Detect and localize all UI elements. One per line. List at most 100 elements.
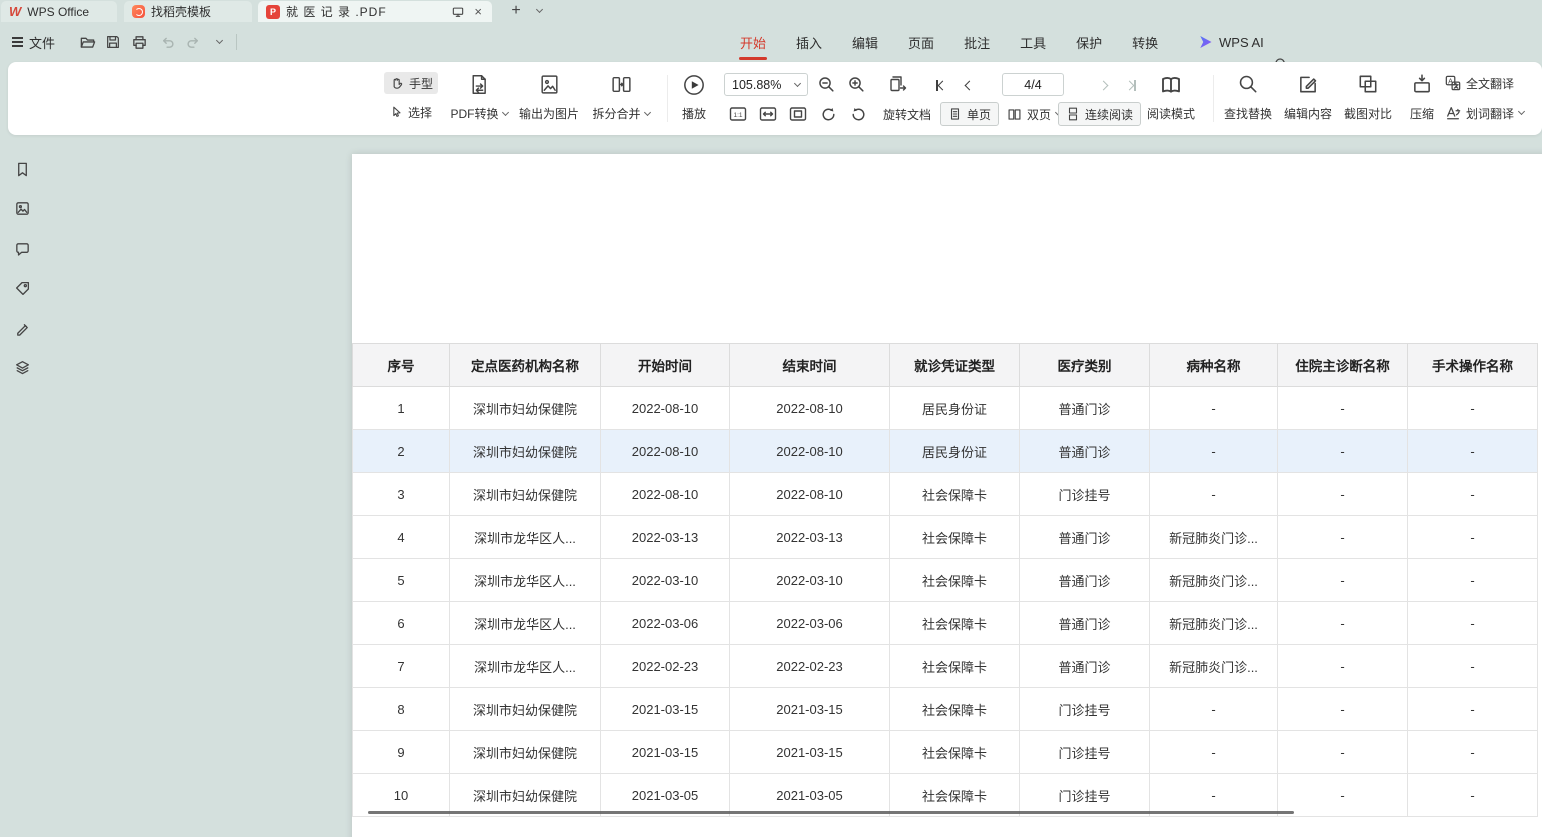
edit-content-icon bbox=[1297, 73, 1319, 95]
full-translate-button[interactable]: A 全文翻译 bbox=[1440, 72, 1519, 94]
next-page-button[interactable] bbox=[1092, 73, 1114, 97]
menu-tab-page[interactable]: 页面 bbox=[908, 22, 934, 62]
attachments-panel-button[interactable] bbox=[8, 274, 36, 302]
actual-size-button[interactable]: 1:1 bbox=[726, 102, 750, 126]
word-translate-label: 划词翻译 bbox=[1466, 105, 1514, 122]
screenshot-compare-button[interactable]: 截图对比 bbox=[1336, 69, 1400, 129]
actual-size-icon: 1:1 bbox=[728, 104, 748, 124]
tab-document-pdf[interactable]: P 就 医 记 录 .PDF × bbox=[258, 1, 492, 22]
bookmarks-panel-button[interactable] bbox=[8, 155, 36, 183]
menu-tab-home[interactable]: 开始 bbox=[740, 22, 766, 62]
find-replace-button[interactable]: 查找替换 bbox=[1216, 69, 1280, 129]
undo-redo-chevron-icon[interactable] bbox=[208, 31, 230, 53]
zoom-out-button[interactable] bbox=[814, 72, 838, 96]
double-page-icon bbox=[1007, 107, 1022, 122]
export-image-button[interactable]: 输出为图片 bbox=[509, 69, 589, 129]
file-menu-label: 文件 bbox=[29, 33, 55, 52]
table-cell: - bbox=[1150, 473, 1278, 516]
menu-tabs: 开始 插入 编辑 页面 批注 工具 保护 转换 bbox=[740, 22, 1158, 62]
rotate-ccw-icon bbox=[819, 105, 838, 124]
menu-tab-comment[interactable]: 批注 bbox=[964, 22, 990, 62]
continuous-read-button[interactable]: 连续阅读 bbox=[1058, 102, 1141, 126]
table-cell: 5 bbox=[353, 559, 450, 602]
edit-content-button[interactable]: 编辑内容 bbox=[1276, 69, 1340, 129]
tab-docer-templates[interactable]: 找稻壳模板 bbox=[124, 1, 252, 22]
compress-button[interactable]: 压缩 bbox=[1398, 69, 1446, 129]
table-cell: - bbox=[1278, 559, 1408, 602]
table-row: 8深圳市妇幼保健院2021-03-152021-03-15社会保障卡门诊挂号--… bbox=[353, 688, 1538, 731]
table-cell: - bbox=[1278, 645, 1408, 688]
column-header: 住院主诊断名称 bbox=[1278, 344, 1408, 387]
menu-tab-protect[interactable]: 保护 bbox=[1076, 22, 1102, 62]
table-cell: 深圳市龙华区人... bbox=[450, 516, 601, 559]
word-translate-button[interactable]: 划词翻译 bbox=[1440, 102, 1529, 124]
page-number-input[interactable]: 4/4 bbox=[1002, 73, 1064, 96]
table-cell: - bbox=[1278, 774, 1408, 817]
hand-tool-button[interactable]: 手型 bbox=[384, 72, 438, 94]
fit-width-button[interactable] bbox=[756, 102, 780, 126]
thumbnails-panel-button[interactable] bbox=[8, 194, 36, 222]
rotate-document-button[interactable]: 旋转文档 bbox=[876, 102, 938, 126]
pdf-convert-button[interactable]: PDF转换 bbox=[442, 69, 516, 129]
zoom-in-button[interactable] bbox=[844, 72, 868, 96]
redo-button[interactable] bbox=[182, 31, 204, 53]
column-header: 序号 bbox=[353, 344, 450, 387]
select-tool-button[interactable]: 选择 bbox=[384, 101, 438, 123]
single-page-label: 单页 bbox=[967, 106, 991, 123]
new-tab-button[interactable]: + bbox=[506, 0, 526, 22]
menu-tab-convert[interactable]: 转换 bbox=[1132, 22, 1158, 62]
table-cell: - bbox=[1278, 731, 1408, 774]
layers-panel-button[interactable] bbox=[8, 353, 36, 381]
read-mode-button[interactable]: 阅读模式 bbox=[1136, 69, 1206, 129]
fit-page-button[interactable] bbox=[786, 102, 810, 126]
tab-list-chevron-icon[interactable] bbox=[530, 0, 548, 22]
wps-ai-icon bbox=[1198, 35, 1213, 50]
tab-wps-office[interactable]: W WPS Office bbox=[1, 1, 117, 22]
annotation-panel-button[interactable] bbox=[8, 314, 36, 342]
table-cell: 普通门诊 bbox=[1020, 645, 1150, 688]
file-menu-button[interactable]: 文件 bbox=[12, 22, 55, 62]
single-page-button[interactable]: 单页 bbox=[940, 102, 999, 126]
table-cell: 新冠肺炎门诊... bbox=[1150, 559, 1278, 602]
save-button[interactable] bbox=[102, 31, 124, 53]
thumbnails-icon bbox=[14, 200, 31, 217]
rotate-left-button[interactable] bbox=[816, 102, 840, 126]
table-cell: 社会保障卡 bbox=[890, 473, 1020, 516]
undo-button[interactable] bbox=[156, 31, 178, 53]
table-cell: 普通门诊 bbox=[1020, 602, 1150, 645]
split-merge-button[interactable]: 拆分合并 bbox=[585, 69, 657, 129]
document-canvas[interactable]: 序号定点医药机构名称开始时间结束时间就诊凭证类型医疗类别病种名称住院主诊断名称手… bbox=[44, 135, 1542, 837]
page-indicator: 4/4 bbox=[1024, 78, 1041, 92]
document-status-icon[interactable] bbox=[451, 5, 465, 19]
table-cell: 门诊挂号 bbox=[1020, 688, 1150, 731]
table-cell: 2022-08-10 bbox=[730, 430, 890, 473]
previous-page-button[interactable] bbox=[958, 73, 980, 97]
full-translate-label: 全文翻译 bbox=[1466, 75, 1514, 92]
table-cell: - bbox=[1150, 731, 1278, 774]
cursor-icon bbox=[389, 105, 403, 119]
wps-ai-button[interactable]: WPS AI bbox=[1198, 22, 1264, 62]
zoom-select[interactable]: 105.88% bbox=[724, 73, 808, 96]
double-page-label: 双页 bbox=[1027, 106, 1051, 123]
left-sidebar bbox=[0, 135, 44, 837]
goto-page-button[interactable] bbox=[886, 72, 910, 96]
play-button[interactable]: 播放 bbox=[672, 69, 716, 129]
find-replace-icon bbox=[1237, 73, 1259, 95]
open-file-button[interactable] bbox=[76, 31, 98, 53]
print-button[interactable] bbox=[128, 31, 150, 53]
table-cell: 2022-02-23 bbox=[730, 645, 890, 688]
menu-tab-tools[interactable]: 工具 bbox=[1020, 22, 1046, 62]
horizontal-scrollbar[interactable] bbox=[368, 811, 1294, 814]
table-cell: 深圳市妇幼保健院 bbox=[450, 473, 601, 516]
table-cell: 2022-08-10 bbox=[601, 430, 730, 473]
menu-tab-insert[interactable]: 插入 bbox=[796, 22, 822, 62]
menu-tab-edit[interactable]: 编辑 bbox=[852, 22, 878, 62]
comments-panel-button[interactable] bbox=[8, 235, 36, 263]
wps-window: W WPS Office 找稻壳模板 P 就 医 记 录 .PDF × + 文件 bbox=[0, 0, 1542, 837]
table-cell: - bbox=[1408, 430, 1538, 473]
table-cell: - bbox=[1278, 516, 1408, 559]
table-cell: 2022-03-13 bbox=[730, 516, 890, 559]
rotate-right-button[interactable] bbox=[846, 102, 870, 126]
tab-close-icon[interactable]: × bbox=[472, 4, 484, 19]
first-page-button[interactable] bbox=[930, 73, 952, 97]
